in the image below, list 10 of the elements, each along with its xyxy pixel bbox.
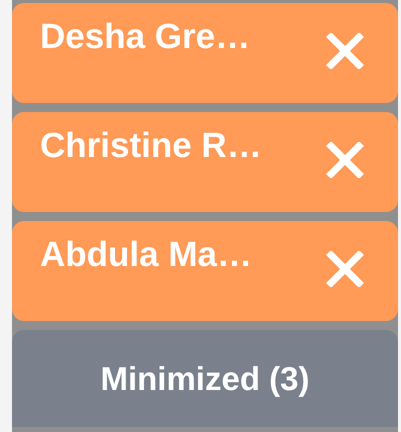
close-icon[interactable] xyxy=(326,251,364,287)
chat-tab[interactable]: Christine R… xyxy=(12,112,398,212)
chat-name: Abdula Ma… xyxy=(40,234,252,276)
chat-name: Christine R… xyxy=(40,125,262,167)
close-icon[interactable] xyxy=(326,33,364,69)
chat-name: Desha Gre… xyxy=(40,16,250,58)
chat-tab[interactable]: Abdula Ma… xyxy=(12,221,398,321)
minimized-bar[interactable]: Minimized (3) xyxy=(12,330,398,427)
chat-tab[interactable]: Desha Gre… xyxy=(12,3,398,103)
close-icon[interactable] xyxy=(326,142,364,178)
